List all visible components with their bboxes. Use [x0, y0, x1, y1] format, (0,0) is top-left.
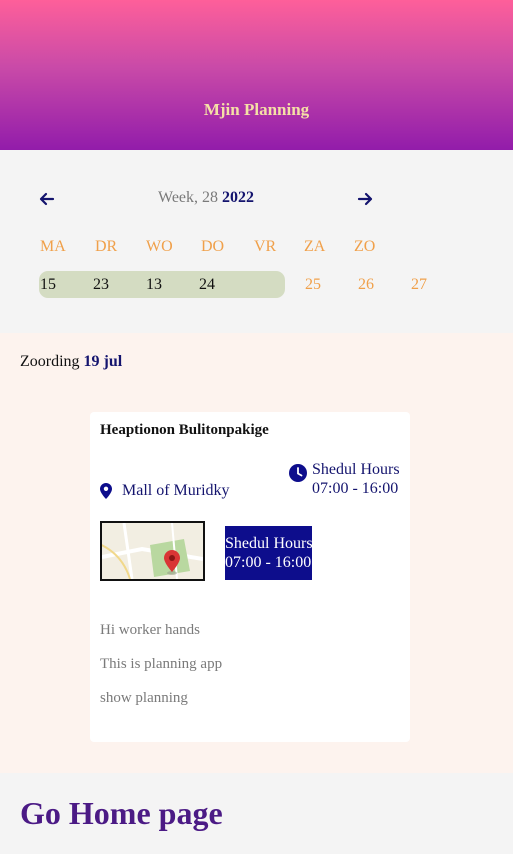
- arrow-right-icon[interactable]: [354, 188, 376, 210]
- hours-time: 07:00 - 16:00: [312, 480, 399, 497]
- date-cell[interactable]: 26: [358, 276, 374, 294]
- day-name-dr: DR: [95, 238, 118, 255]
- clock-icon: [289, 464, 307, 482]
- location-row: Mall of Muridky: [100, 482, 230, 500]
- page-title: Mjin Planning: [203, 100, 310, 119]
- card-title: Heaptionon Bulitonpakige: [100, 422, 269, 438]
- date-cell[interactable]: 15: [40, 276, 56, 294]
- hours-label: Shedul Hours: [312, 461, 400, 478]
- note-text: show planning: [100, 690, 188, 706]
- arrow-left-icon[interactable]: [36, 188, 58, 210]
- planning-content: Zoording 19 jul Heaptionon Bulitonpakige…: [0, 333, 513, 773]
- week-year: 2022: [222, 189, 255, 206]
- day-name-zo: ZO: [354, 238, 376, 255]
- sort-label: Zoording: [20, 353, 80, 370]
- week-number: Week, 28: [158, 189, 219, 206]
- day-name-do: DO: [201, 238, 225, 255]
- hours-box-label: Shedul Hours: [225, 535, 312, 552]
- go-home-link[interactable]: Go Home page: [20, 795, 223, 832]
- footer: Go Home page: [0, 773, 513, 854]
- date-cell[interactable]: 13: [146, 276, 162, 294]
- sort-date: 19 jul: [83, 353, 123, 370]
- schedule-hours-box: Shedul Hours 07:00 - 16:00: [225, 526, 312, 580]
- note-text: This is planning app: [100, 656, 223, 672]
- schedule-hours: Shedul Hours 07:00 - 16:00: [289, 460, 400, 498]
- note-text: Hi worker hands: [100, 622, 200, 638]
- week-label: Week, 28 2022: [158, 189, 254, 207]
- hours-box-time: 07:00 - 16:00: [225, 554, 312, 571]
- planning-card[interactable]: Heaptionon Bulitonpakige Mall of Muridky…: [90, 412, 410, 742]
- date-cell[interactable]: 24: [199, 276, 215, 294]
- sort-line: Zoording 19 jul: [20, 353, 122, 371]
- day-name-ma: MA: [40, 238, 66, 255]
- date-cell[interactable]: 25: [305, 276, 321, 294]
- week-calendar: Week, 28 2022 MA DR WO DO VR ZA ZO 15 23…: [0, 150, 513, 333]
- map-pin-icon: [100, 483, 112, 499]
- date-cell[interactable]: 27: [411, 276, 427, 294]
- selected-week-highlight: [39, 271, 285, 298]
- location-name: Mall of Muridky: [122, 482, 230, 499]
- app-header: Mjin Planning: [0, 0, 513, 150]
- day-names-row: MA DR WO DO VR ZA ZO: [0, 238, 513, 258]
- day-name-wo: WO: [146, 238, 173, 255]
- map-thumbnail[interactable]: [100, 521, 205, 581]
- day-name-vr: VR: [254, 238, 277, 255]
- day-name-za: ZA: [304, 238, 326, 255]
- date-cell[interactable]: 23: [93, 276, 109, 294]
